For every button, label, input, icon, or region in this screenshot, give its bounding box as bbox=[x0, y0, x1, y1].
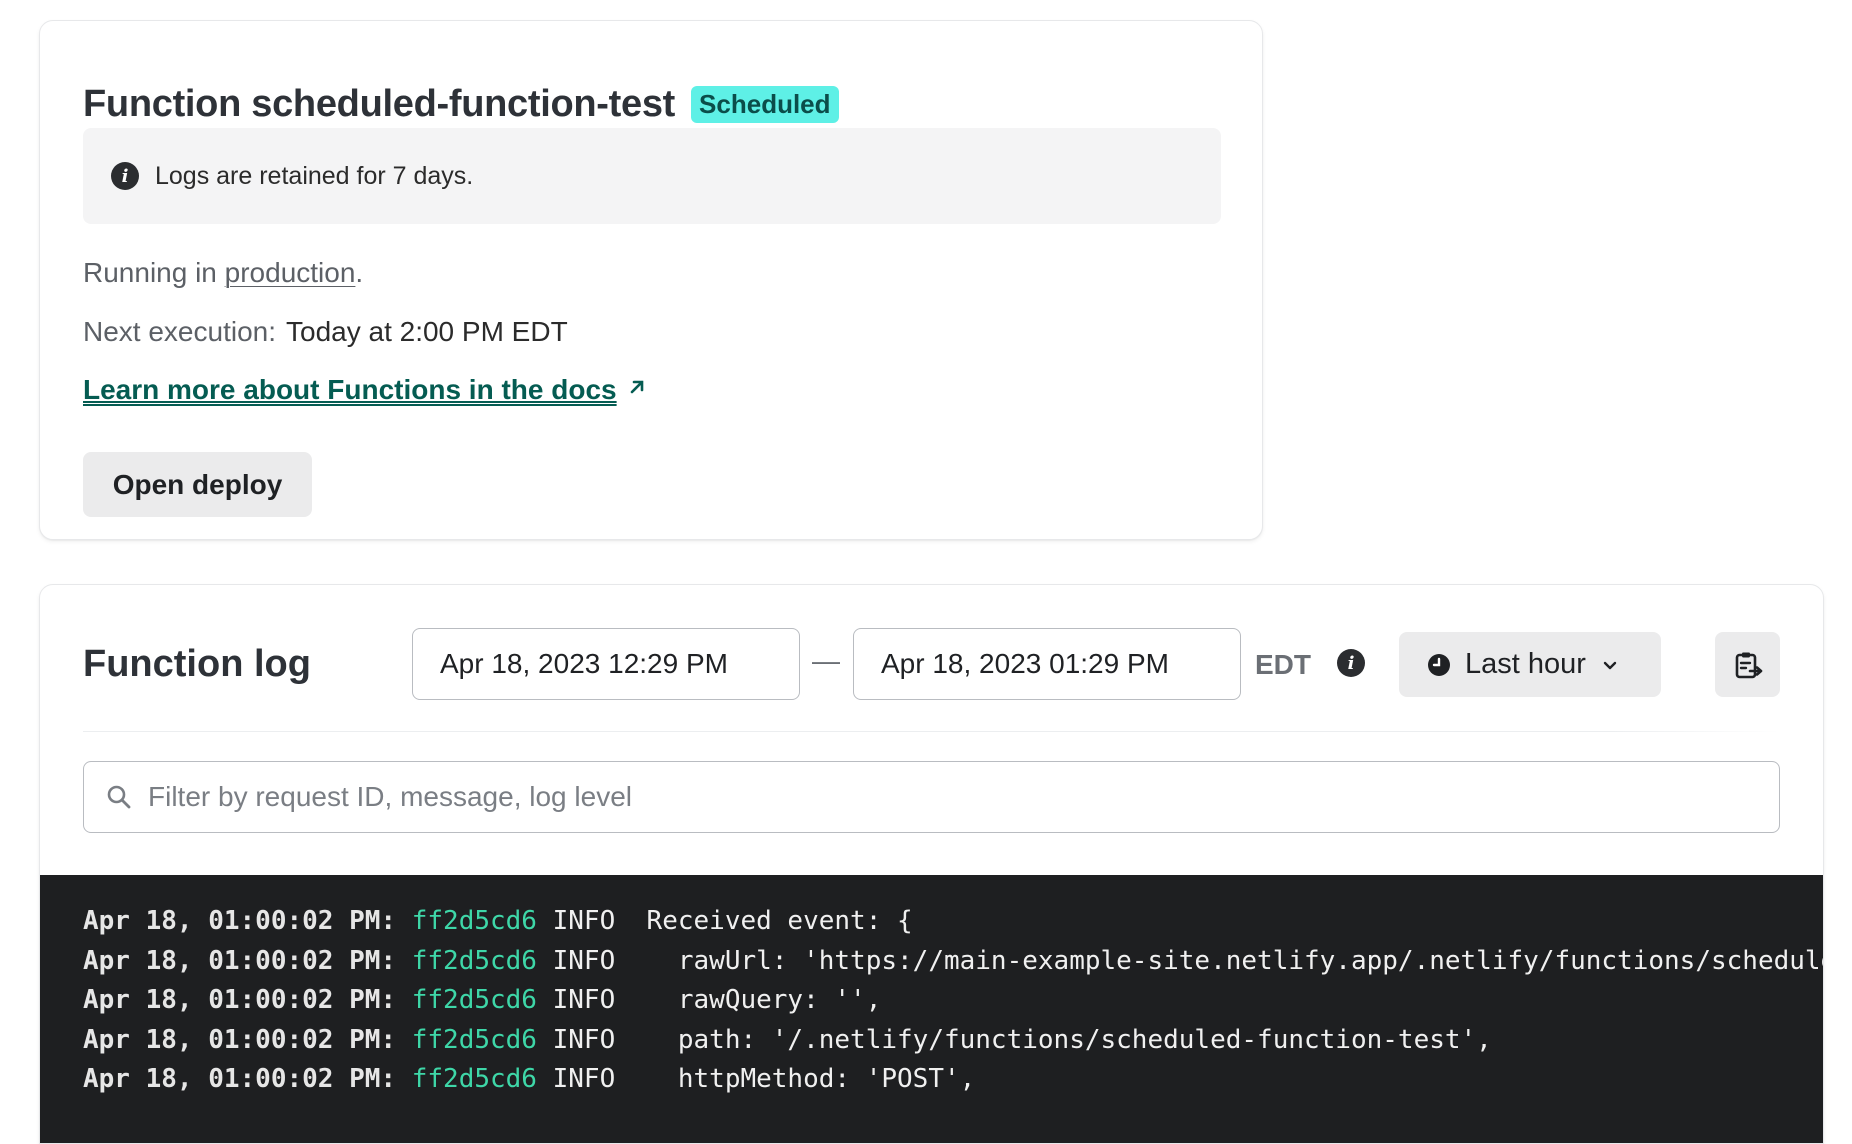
time-range-dropdown[interactable]: Last hour bbox=[1399, 632, 1661, 697]
production-link[interactable]: production bbox=[225, 257, 356, 288]
log-request-id[interactable]: ff2d5cd6 bbox=[412, 906, 537, 936]
log-title: Function log bbox=[83, 643, 311, 685]
page-title: Function scheduled-function-test bbox=[83, 83, 676, 125]
log-level: INFO bbox=[552, 906, 616, 936]
next-execution-label: Next execution: bbox=[83, 316, 276, 347]
log-request-id[interactable]: ff2d5cd6 bbox=[412, 985, 537, 1015]
retention-notice: i Logs are retained for 7 days. bbox=[83, 128, 1221, 224]
log-message: Received event: { bbox=[615, 906, 913, 936]
next-execution-value: Today at 2:00 PM EDT bbox=[286, 316, 568, 347]
timezone-label: EDT bbox=[1255, 649, 1311, 680]
date-from-input[interactable]: Apr 18, 2023 12:29 PM bbox=[412, 628, 800, 700]
log-level: INFO bbox=[552, 985, 616, 1015]
log-message: rawUrl: 'https://main-example-site.netli… bbox=[677, 945, 1823, 976]
export-logs-button[interactable] bbox=[1715, 632, 1780, 697]
header-divider bbox=[83, 731, 1780, 732]
status-badge: Scheduled bbox=[691, 86, 839, 123]
log-timestamp: Apr 18, 01:00:02 PM: bbox=[83, 945, 397, 976]
time-range-label: Last hour bbox=[1465, 648, 1586, 680]
clipboard-export-icon bbox=[1735, 652, 1762, 678]
log-request-id[interactable]: ff2d5cd6 bbox=[412, 946, 537, 976]
running-prefix: Running in bbox=[83, 257, 225, 288]
search-icon bbox=[107, 785, 131, 809]
log-timestamp: Apr 18, 01:00:02 PM: bbox=[83, 1024, 397, 1055]
date-range-separator: — bbox=[812, 645, 840, 676]
info-icon[interactable]: i bbox=[1337, 649, 1365, 677]
arrow-up-right-icon bbox=[627, 376, 647, 404]
function-info-card: Function scheduled-function-test Schedul… bbox=[39, 20, 1263, 540]
log-line: Apr 18, 01:00:02 PM: ff2d5cd6 INFO rawUr… bbox=[83, 942, 1823, 982]
log-level: INFO bbox=[552, 1024, 616, 1055]
info-icon: i bbox=[111, 162, 139, 190]
log-line: Apr 18, 01:00:02 PM: ff2d5cd6 INFO rawQu… bbox=[83, 981, 1823, 1021]
next-execution: Next execution: Today at 2:00 PM EDT bbox=[83, 316, 568, 348]
log-message: httpMethod: 'POST', bbox=[615, 1064, 976, 1094]
log-request-id[interactable]: ff2d5cd6 bbox=[412, 1025, 537, 1055]
running-suffix: . bbox=[355, 257, 364, 288]
open-deploy-button[interactable]: Open deploy bbox=[83, 452, 312, 517]
search-input[interactable] bbox=[146, 780, 1746, 814]
chevron-down-icon bbox=[1603, 661, 1617, 669]
log-line: Apr 18, 01:00:02 PM: ff2d5cd6 INFO path:… bbox=[83, 1021, 1823, 1061]
log-timestamp: Apr 18, 01:00:02 PM: bbox=[83, 985, 397, 1015]
function-log-card: Function log Apr 18, 2023 12:29 PM — Apr… bbox=[39, 584, 1824, 1144]
retention-notice-text: Logs are retained for 7 days. bbox=[155, 161, 474, 190]
log-line: Apr 18, 01:00:02 PM: ff2d5cd6 INFO httpM… bbox=[83, 1060, 1823, 1100]
log-level: INFO bbox=[552, 945, 616, 976]
docs-link-text: Learn more about Functions in the docs bbox=[83, 374, 617, 405]
function-title-row: Function scheduled-function-test Schedul… bbox=[83, 83, 839, 126]
running-environment: Running in production. bbox=[83, 257, 363, 289]
log-level: INFO bbox=[552, 1064, 616, 1094]
log-timestamp: Apr 18, 01:00:02 PM: bbox=[83, 1064, 397, 1094]
log-filter bbox=[83, 761, 1780, 833]
log-message: path: '/.netlify/functions/scheduled-fun… bbox=[615, 1024, 1492, 1055]
log-timestamp: Apr 18, 01:00:02 PM: bbox=[83, 906, 397, 936]
clock-icon bbox=[1428, 653, 1450, 676]
log-line: Apr 18, 01:00:02 PM: ff2d5cd6 INFO Recei… bbox=[83, 902, 1823, 942]
log-message: rawQuery: '', bbox=[615, 985, 882, 1015]
log-console[interactable]: Apr 18, 01:00:02 PM: ff2d5cd6 INFO Recei… bbox=[40, 875, 1823, 1143]
log-request-id[interactable]: ff2d5cd6 bbox=[412, 1064, 537, 1094]
date-to-input[interactable]: Apr 18, 2023 01:29 PM bbox=[853, 628, 1241, 700]
docs-link[interactable]: Learn more about Functions in the docs bbox=[83, 374, 647, 406]
